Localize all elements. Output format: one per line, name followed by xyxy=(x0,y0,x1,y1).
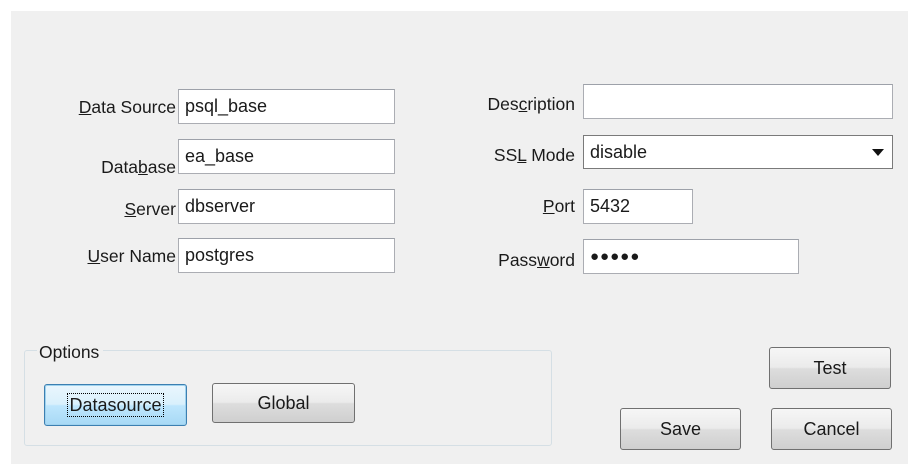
description-input[interactable] xyxy=(583,84,893,119)
data-source-input[interactable] xyxy=(178,89,395,124)
user-name-input[interactable] xyxy=(178,238,395,273)
odbc-setup-dialog: Data Source Database Server User Name De… xyxy=(11,11,908,464)
global-button-label: Global xyxy=(257,392,310,413)
ssl-mode-label: SSL Mode xyxy=(493,145,575,165)
description-label: Description xyxy=(487,94,575,114)
cancel-button-label: Cancel xyxy=(803,418,860,439)
test-button-label: Test xyxy=(813,357,847,378)
chevron-down-icon xyxy=(872,149,884,156)
server-input[interactable] xyxy=(178,189,395,224)
user-name-label: User Name xyxy=(87,246,177,266)
port-label: Port xyxy=(542,196,575,216)
save-button[interactable]: Save xyxy=(620,408,741,450)
cancel-button[interactable]: Cancel xyxy=(771,408,892,450)
ssl-mode-value: disable xyxy=(590,142,648,162)
database-label: Database xyxy=(101,157,176,177)
global-button[interactable]: Global xyxy=(212,383,355,423)
password-input[interactable] xyxy=(583,239,799,274)
options-group-title: Options xyxy=(37,341,104,363)
database-input[interactable] xyxy=(178,139,395,174)
password-label: Password xyxy=(498,250,575,270)
datasource-button[interactable]: Datasource xyxy=(44,384,187,426)
ssl-mode-select[interactable]: disable xyxy=(583,135,893,169)
datasource-button-label: Datasource xyxy=(67,392,164,417)
data-source-label: Data Source xyxy=(78,97,176,117)
server-label: Server xyxy=(124,199,176,219)
port-input[interactable] xyxy=(583,189,693,224)
test-button[interactable]: Test xyxy=(769,347,891,389)
save-button-label: Save xyxy=(659,418,702,439)
